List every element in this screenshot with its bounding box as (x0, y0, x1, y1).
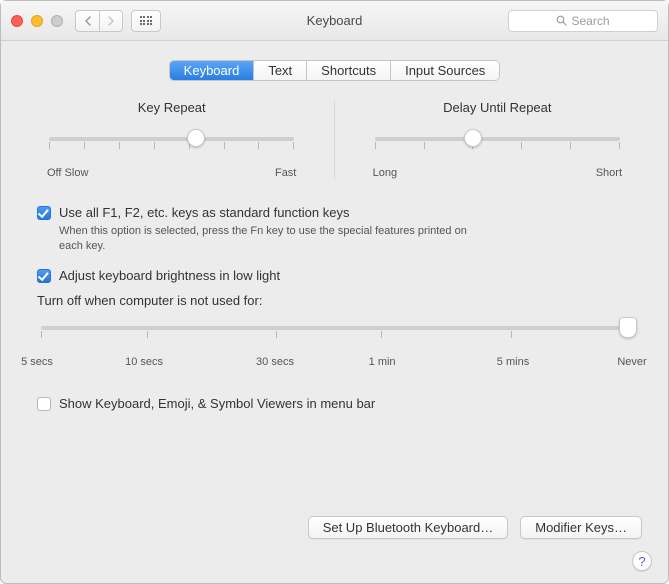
divider (334, 100, 335, 179)
idle-tick-label: 1 min (369, 356, 396, 368)
idle-tick-label: 10 secs (125, 356, 163, 368)
idle-knob[interactable] (619, 317, 637, 338)
search-placeholder: Search (571, 14, 609, 28)
idle-slider[interactable] (41, 318, 628, 348)
back-button[interactable] (75, 10, 99, 32)
key-repeat-knob[interactable] (187, 129, 205, 147)
close-icon[interactable] (11, 15, 23, 27)
fn-keys-checkbox[interactable] (37, 206, 51, 220)
fn-keys-label: Use all F1, F2, etc. keys as standard fu… (59, 205, 349, 220)
show-viewer-checkbox[interactable] (37, 397, 51, 411)
show-viewer-label: Show Keyboard, Emoji, & Symbol Viewers i… (59, 396, 375, 411)
key-repeat-title: Key Repeat (33, 100, 310, 115)
help-button[interactable]: ? (632, 551, 652, 571)
idle-tick-label: 5 mins (497, 356, 529, 368)
delay-repeat-title: Delay Until Repeat (359, 100, 636, 115)
key-repeat-slider[interactable] (49, 129, 294, 159)
brightness-row: Adjust keyboard brightness in low light (37, 268, 632, 283)
search-icon (556, 15, 567, 26)
tab-input-sources[interactable]: Input Sources (391, 61, 499, 80)
bluetooth-keyboard-button[interactable]: Set Up Bluetooth Keyboard… (308, 516, 509, 539)
nav-back-forward (75, 10, 123, 32)
preferences-window: Keyboard Search Keyboard Text Shortcuts … (0, 0, 669, 584)
show-all-button[interactable] (131, 10, 161, 32)
idle-tick-label: 5 secs (21, 356, 53, 368)
tab-text[interactable]: Text (254, 61, 307, 80)
brightness-checkbox[interactable] (37, 269, 51, 283)
traffic-lights (11, 15, 63, 27)
sliders-row: Key Repeat Off Slow Fast Delay Until Rep… (27, 100, 642, 179)
idle-tick-labels: 5 secs10 secs30 secs1 min5 minsNever (37, 356, 632, 372)
zoom-icon (51, 15, 63, 27)
bottom-buttons: Set Up Bluetooth Keyboard… Modifier Keys… (308, 516, 642, 539)
key-repeat-labels: Off Slow Fast (47, 167, 296, 179)
content-area: Keyboard Text Shortcuts Input Sources Ke… (1, 41, 668, 583)
delay-repeat-slider[interactable] (375, 129, 620, 159)
modifier-keys-button[interactable]: Modifier Keys… (520, 516, 642, 539)
idle-label: Turn off when computer is not used for: (37, 293, 632, 308)
minimize-icon[interactable] (31, 15, 43, 27)
key-repeat-block: Key Repeat Off Slow Fast (33, 100, 310, 179)
forward-button[interactable] (99, 10, 123, 32)
tab-keyboard[interactable]: Keyboard (170, 61, 255, 80)
delay-repeat-labels: Long Short (373, 167, 622, 179)
delay-repeat-knob[interactable] (464, 129, 482, 147)
search-input[interactable]: Search (508, 10, 658, 32)
tab-shortcuts[interactable]: Shortcuts (307, 61, 391, 80)
idle-tick-label: 30 secs (256, 356, 294, 368)
delay-repeat-block: Delay Until Repeat Long Short (359, 100, 636, 179)
fn-keys-row: Use all F1, F2, etc. keys as standard fu… (37, 205, 632, 220)
brightness-label: Adjust keyboard brightness in low light (59, 268, 280, 283)
grid-icon (140, 16, 153, 25)
fn-keys-sublabel: When this option is selected, press the … (59, 224, 479, 254)
options-group: Use all F1, F2, etc. keys as standard fu… (27, 205, 642, 411)
show-viewer-row: Show Keyboard, Emoji, & Symbol Viewers i… (37, 396, 632, 411)
idle-tick-label: Never (617, 356, 646, 368)
titlebar: Keyboard Search (1, 1, 668, 41)
tab-bar: Keyboard Text Shortcuts Input Sources (170, 61, 500, 80)
